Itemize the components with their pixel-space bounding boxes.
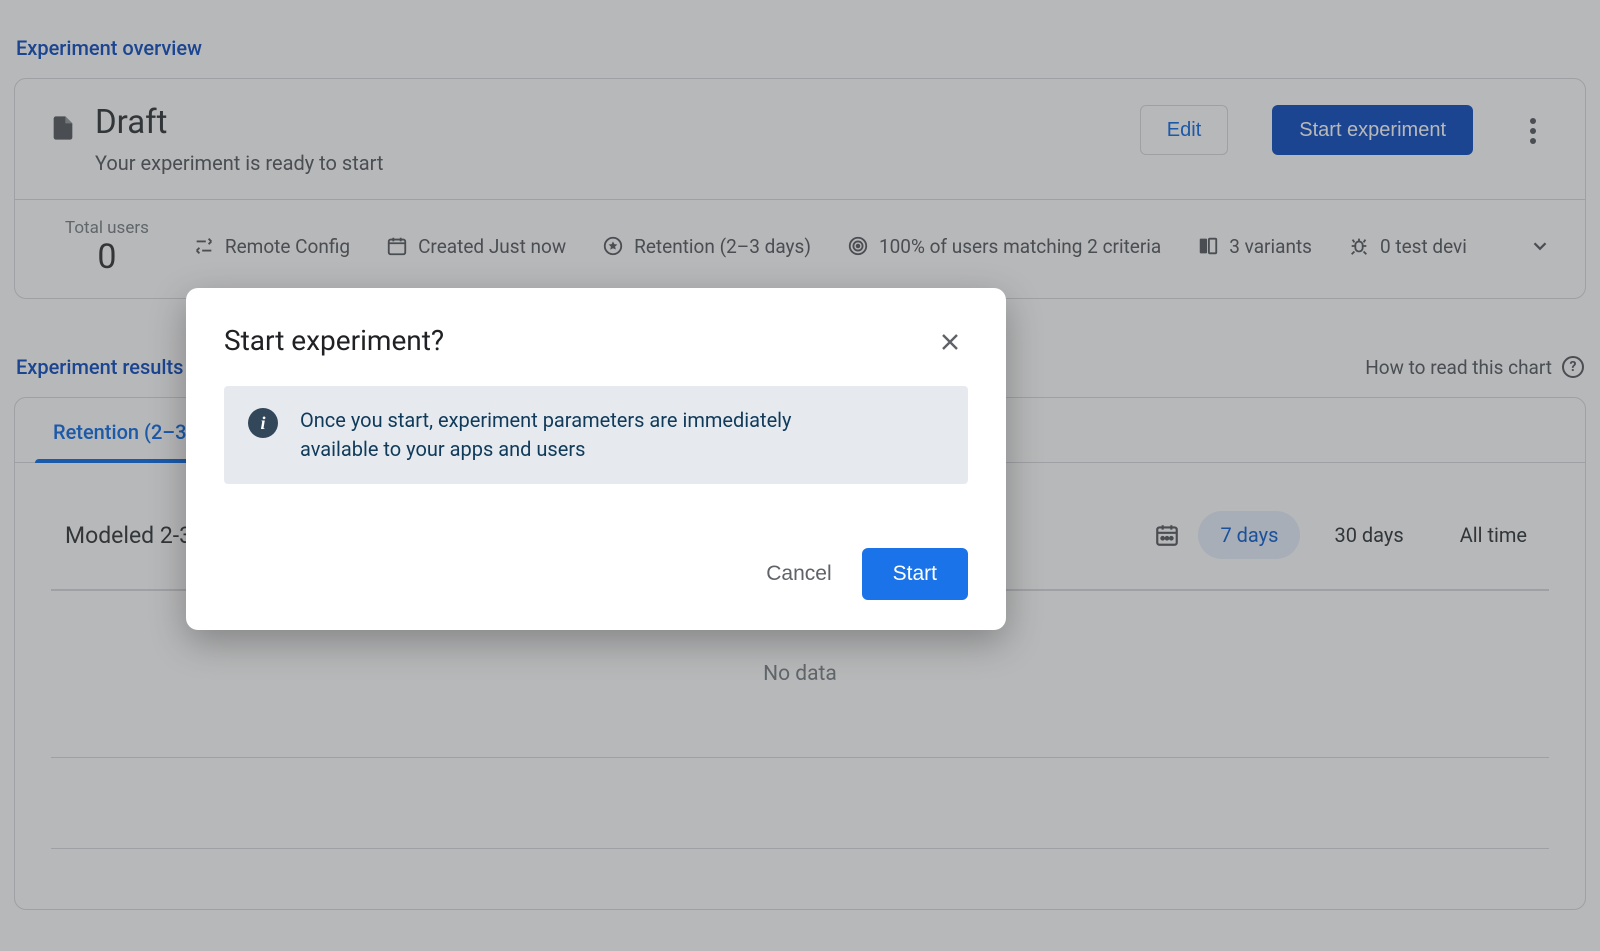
modal-scrim[interactable]: Start experiment? i Once you start, expe… (0, 0, 1600, 951)
dialog-info-banner: i Once you start, experiment parameters … (224, 386, 968, 484)
close-icon (938, 330, 962, 354)
dialog-cancel-button[interactable]: Cancel (744, 548, 853, 600)
start-experiment-dialog: Start experiment? i Once you start, expe… (186, 288, 1006, 630)
dialog-close-button[interactable] (932, 324, 968, 360)
info-icon: i (248, 408, 278, 438)
dialog-start-button[interactable]: Start (862, 548, 968, 600)
dialog-info-text: Once you start, experiment parameters ar… (300, 406, 860, 464)
dialog-title: Start experiment? (224, 324, 444, 357)
